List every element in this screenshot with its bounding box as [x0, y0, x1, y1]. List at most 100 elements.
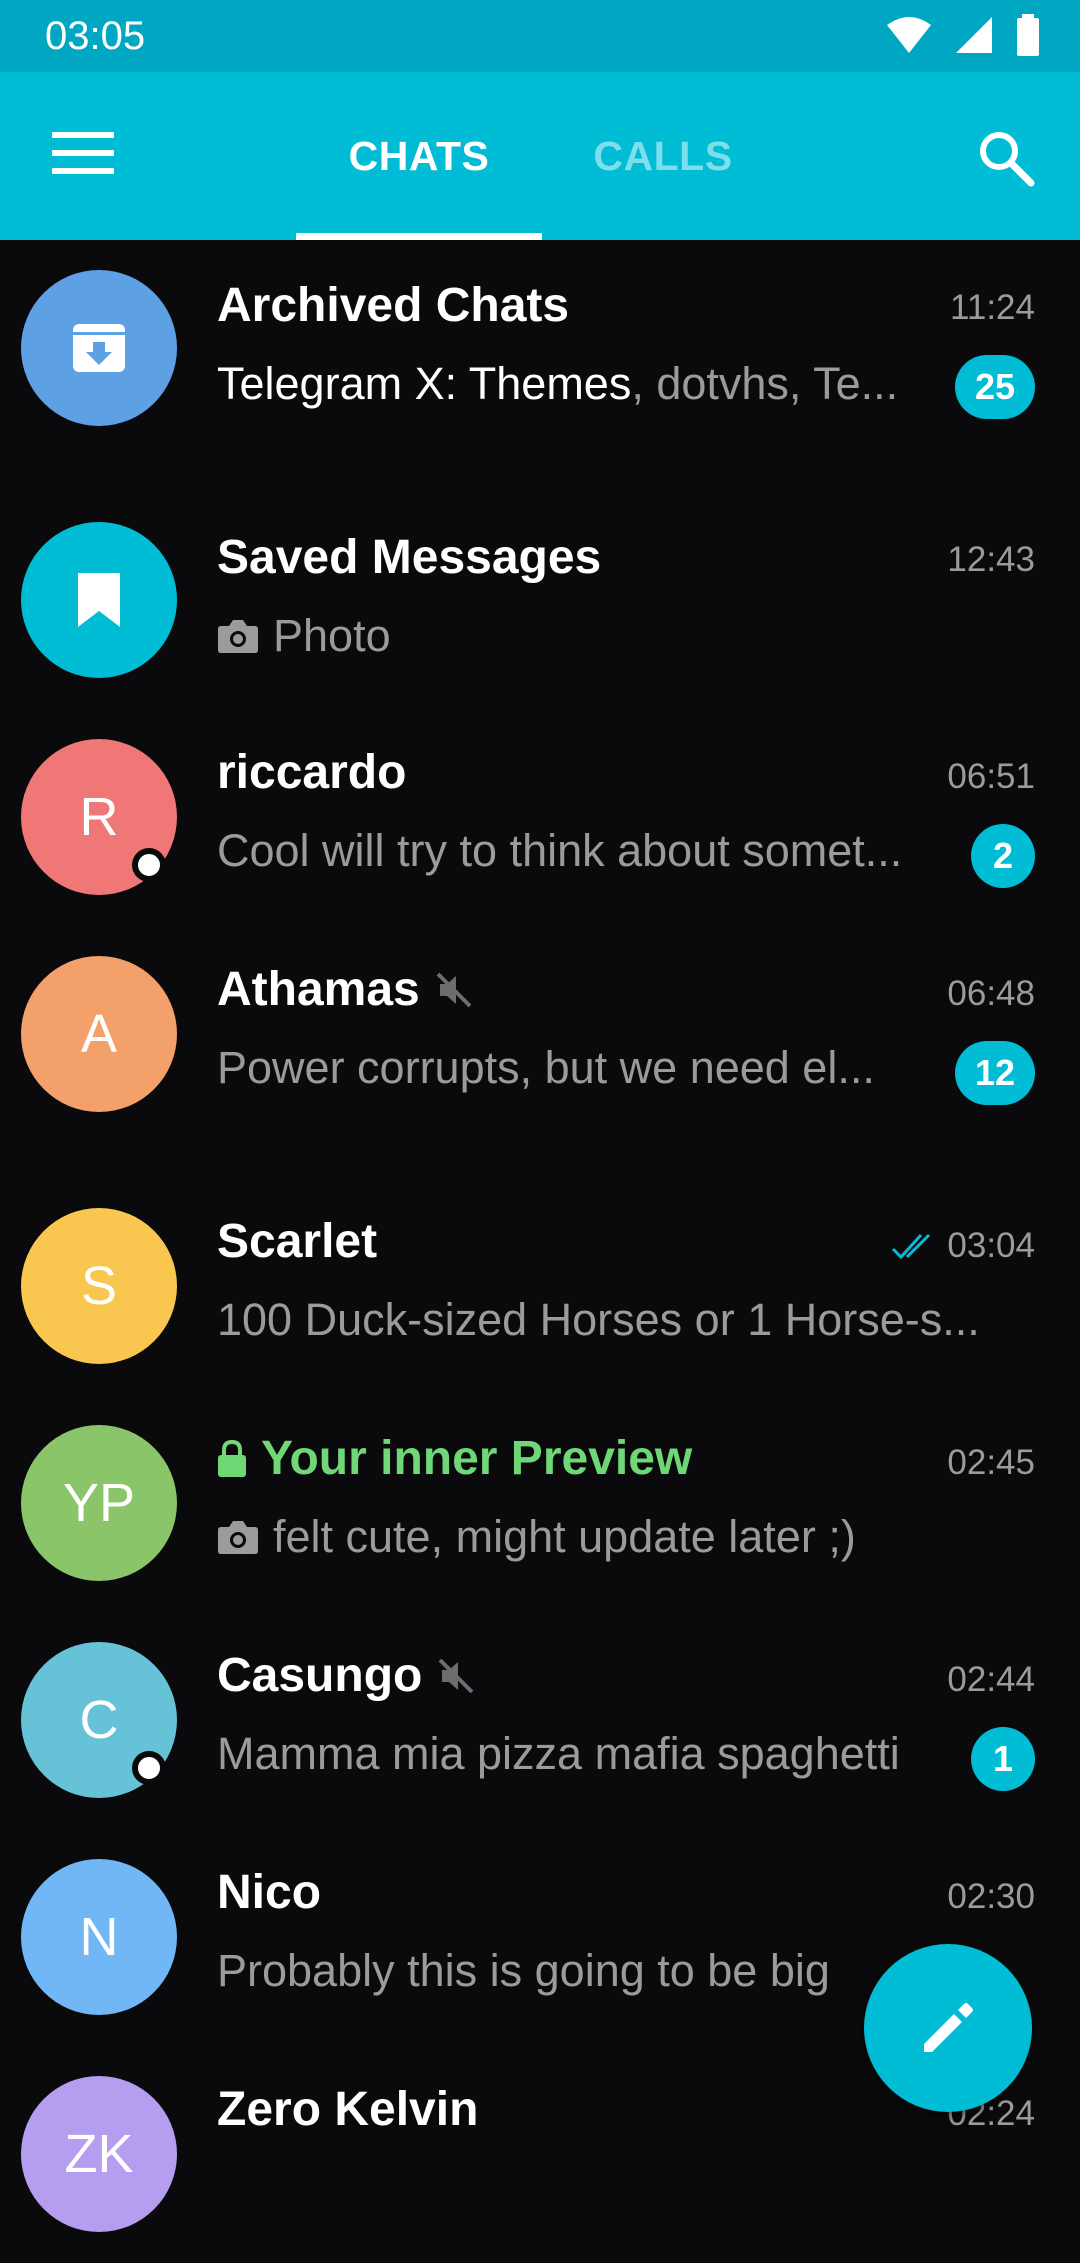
chat-preview: Power corrupts, but we need el...	[217, 1042, 917, 1094]
search-icon[interactable]	[976, 128, 1036, 188]
chat-time-text: 03:04	[947, 1226, 1035, 1265]
chat-name-text: Saved Messages	[217, 531, 602, 584]
preview-text: Cool will try to think about somet...	[217, 825, 903, 876]
avatar-initials: S	[80, 1256, 118, 1316]
muted-icon	[436, 972, 472, 1007]
chat-time-text: 06:51	[947, 757, 1035, 796]
chat-row-casungo[interactable]: C Casungo 02:44 Mamma mia pizza mafia sp…	[0, 1612, 1080, 1829]
avatar-initials: C	[79, 1690, 119, 1750]
chat-name: Your inner Preview	[217, 1431, 692, 1486]
avatar: S	[21, 1208, 177, 1364]
chat-preview: Photo	[217, 610, 937, 662]
avatar	[21, 522, 177, 678]
chat-time-text: 02:45	[947, 1443, 1035, 1482]
chat-row-scarlet[interactable]: S Scarlet 03:04 100 Duck-sized Horses or…	[0, 1178, 1080, 1395]
chat-time: 02:30	[947, 1877, 1035, 1917]
preview-text: felt cute, might update later ;)	[273, 1511, 856, 1562]
chat-name: Zero Kelvin	[217, 2082, 478, 2137]
chat-time-text: 02:44	[947, 1660, 1035, 1699]
avatar: N	[21, 1859, 177, 2015]
chat-time-text: 12:43	[947, 540, 1035, 579]
chat-row-saved-messages[interactable]: Saved Messages 12:43 Photo	[0, 492, 1080, 709]
camera-icon	[218, 1521, 258, 1554]
avatar	[21, 270, 177, 426]
preview-text: Probably this is going to be big	[217, 1945, 830, 1996]
unread-badge: 2	[971, 824, 1035, 888]
chat-time: 03:04	[891, 1226, 1035, 1266]
chat-row-archived[interactable]: Archived Chats 11:24 Telegram X: Themes,…	[0, 240, 1080, 492]
tab-chats[interactable]: CHATS	[296, 72, 542, 240]
chat-preview: felt cute, might update later ;)	[217, 1511, 1037, 1563]
compose-button[interactable]	[864, 1944, 1032, 2112]
archive-icon	[73, 324, 125, 372]
avatar-initials: A	[80, 1004, 118, 1064]
bookmark-icon	[78, 573, 120, 627]
avatar-initials: YP	[62, 1473, 136, 1533]
preview-text: Photo	[273, 610, 391, 661]
online-indicator	[132, 848, 166, 882]
chat-name-text: Nico	[217, 1866, 322, 1919]
app-bar: CHATS CALLS	[0, 72, 1080, 240]
avatar: ZK	[21, 2076, 177, 2232]
chat-name: Nico	[217, 1865, 321, 1920]
preview-text: Power corrupts, but we need el...	[217, 1042, 875, 1093]
chat-time: 06:51	[947, 757, 1035, 797]
pencil-icon	[924, 2003, 973, 2052]
battery-icon	[1017, 14, 1039, 56]
avatar-initials: R	[79, 787, 119, 847]
avatar: A	[21, 956, 177, 1112]
chat-name: riccardo	[217, 745, 406, 800]
unread-badge: 25	[955, 355, 1035, 419]
online-indicator	[132, 1751, 166, 1785]
chat-name-text: Your inner Preview	[261, 1432, 693, 1485]
tab-calls-label: CALLS	[593, 132, 733, 179]
avatar-initials: ZK	[64, 2124, 134, 2184]
avatar-initials: N	[79, 1907, 119, 1967]
chat-preview: Mamma mia pizza mafia spaghetti	[217, 1728, 957, 1780]
lock-icon	[218, 1439, 246, 1477]
status-bar: 03:05	[0, 0, 1080, 72]
muted-icon	[438, 1658, 474, 1693]
chat-row-athamas[interactable]: A Athamas 06:48 Power corrupts, but we n…	[0, 926, 1080, 1178]
chat-name: Saved Messages	[217, 530, 601, 585]
chat-name-text: Athamas	[217, 963, 420, 1016]
chat-row-riccardo[interactable]: R riccardo 06:51 Cool will try to think …	[0, 709, 1080, 926]
chat-name: Casungo	[217, 1648, 476, 1703]
chat-preview: Cool will try to think about somet...	[217, 825, 957, 877]
chat-time-text: 11:24	[950, 288, 1035, 327]
unread-badge: 1	[971, 1727, 1035, 1791]
unread-badge: 12	[955, 1041, 1035, 1105]
chat-row-your-inner-preview[interactable]: YP Your inner Preview 02:45 felt cute, m…	[0, 1395, 1080, 1612]
chat-time: 12:43	[947, 540, 1035, 580]
camera-icon	[218, 620, 258, 653]
double-check-icon	[892, 1233, 931, 1260]
chat-name: Athamas	[217, 962, 474, 1017]
chat-time: 02:45	[947, 1443, 1035, 1483]
chat-name: Scarlet	[217, 1214, 377, 1269]
menu-icon[interactable]	[52, 132, 114, 180]
preview-text: 100 Duck-sized Horses or 1 Horse-s...	[217, 1294, 980, 1345]
tab-chats-label: CHATS	[348, 132, 490, 179]
tab-calls[interactable]: CALLS	[540, 72, 786, 240]
avatar: YP	[21, 1425, 177, 1581]
status-time: 03:05	[45, 14, 146, 58]
chat-time: 06:48	[947, 974, 1035, 1014]
cellular-signal-icon	[956, 17, 992, 53]
chat-preview: Telegram X: Themes, dotvhs, Te...	[217, 358, 937, 410]
chat-name-text: Scarlet	[217, 1215, 378, 1268]
preview-highlight: Telegram X: Themes	[217, 358, 632, 409]
chat-name: Archived Chats	[217, 278, 569, 333]
preview-text: Mamma mia pizza mafia spaghetti	[217, 1728, 900, 1779]
chat-time: 02:44	[947, 1660, 1035, 1700]
chat-name-text: riccardo	[217, 746, 407, 799]
preview-rest: , dotvhs, Te...	[631, 358, 899, 409]
chat-name-text: Archived Chats	[217, 279, 570, 332]
chat-time-text: 06:48	[947, 974, 1035, 1013]
wifi-icon	[887, 17, 931, 53]
tab-indicator	[296, 233, 542, 240]
chat-time: 11:24	[950, 288, 1035, 328]
status-icons	[886, 14, 1040, 56]
chat-name-text: Casungo	[217, 1649, 423, 1702]
chat-name-text: Zero Kelvin	[217, 2083, 479, 2136]
chat-time-text: 02:30	[947, 1877, 1035, 1916]
